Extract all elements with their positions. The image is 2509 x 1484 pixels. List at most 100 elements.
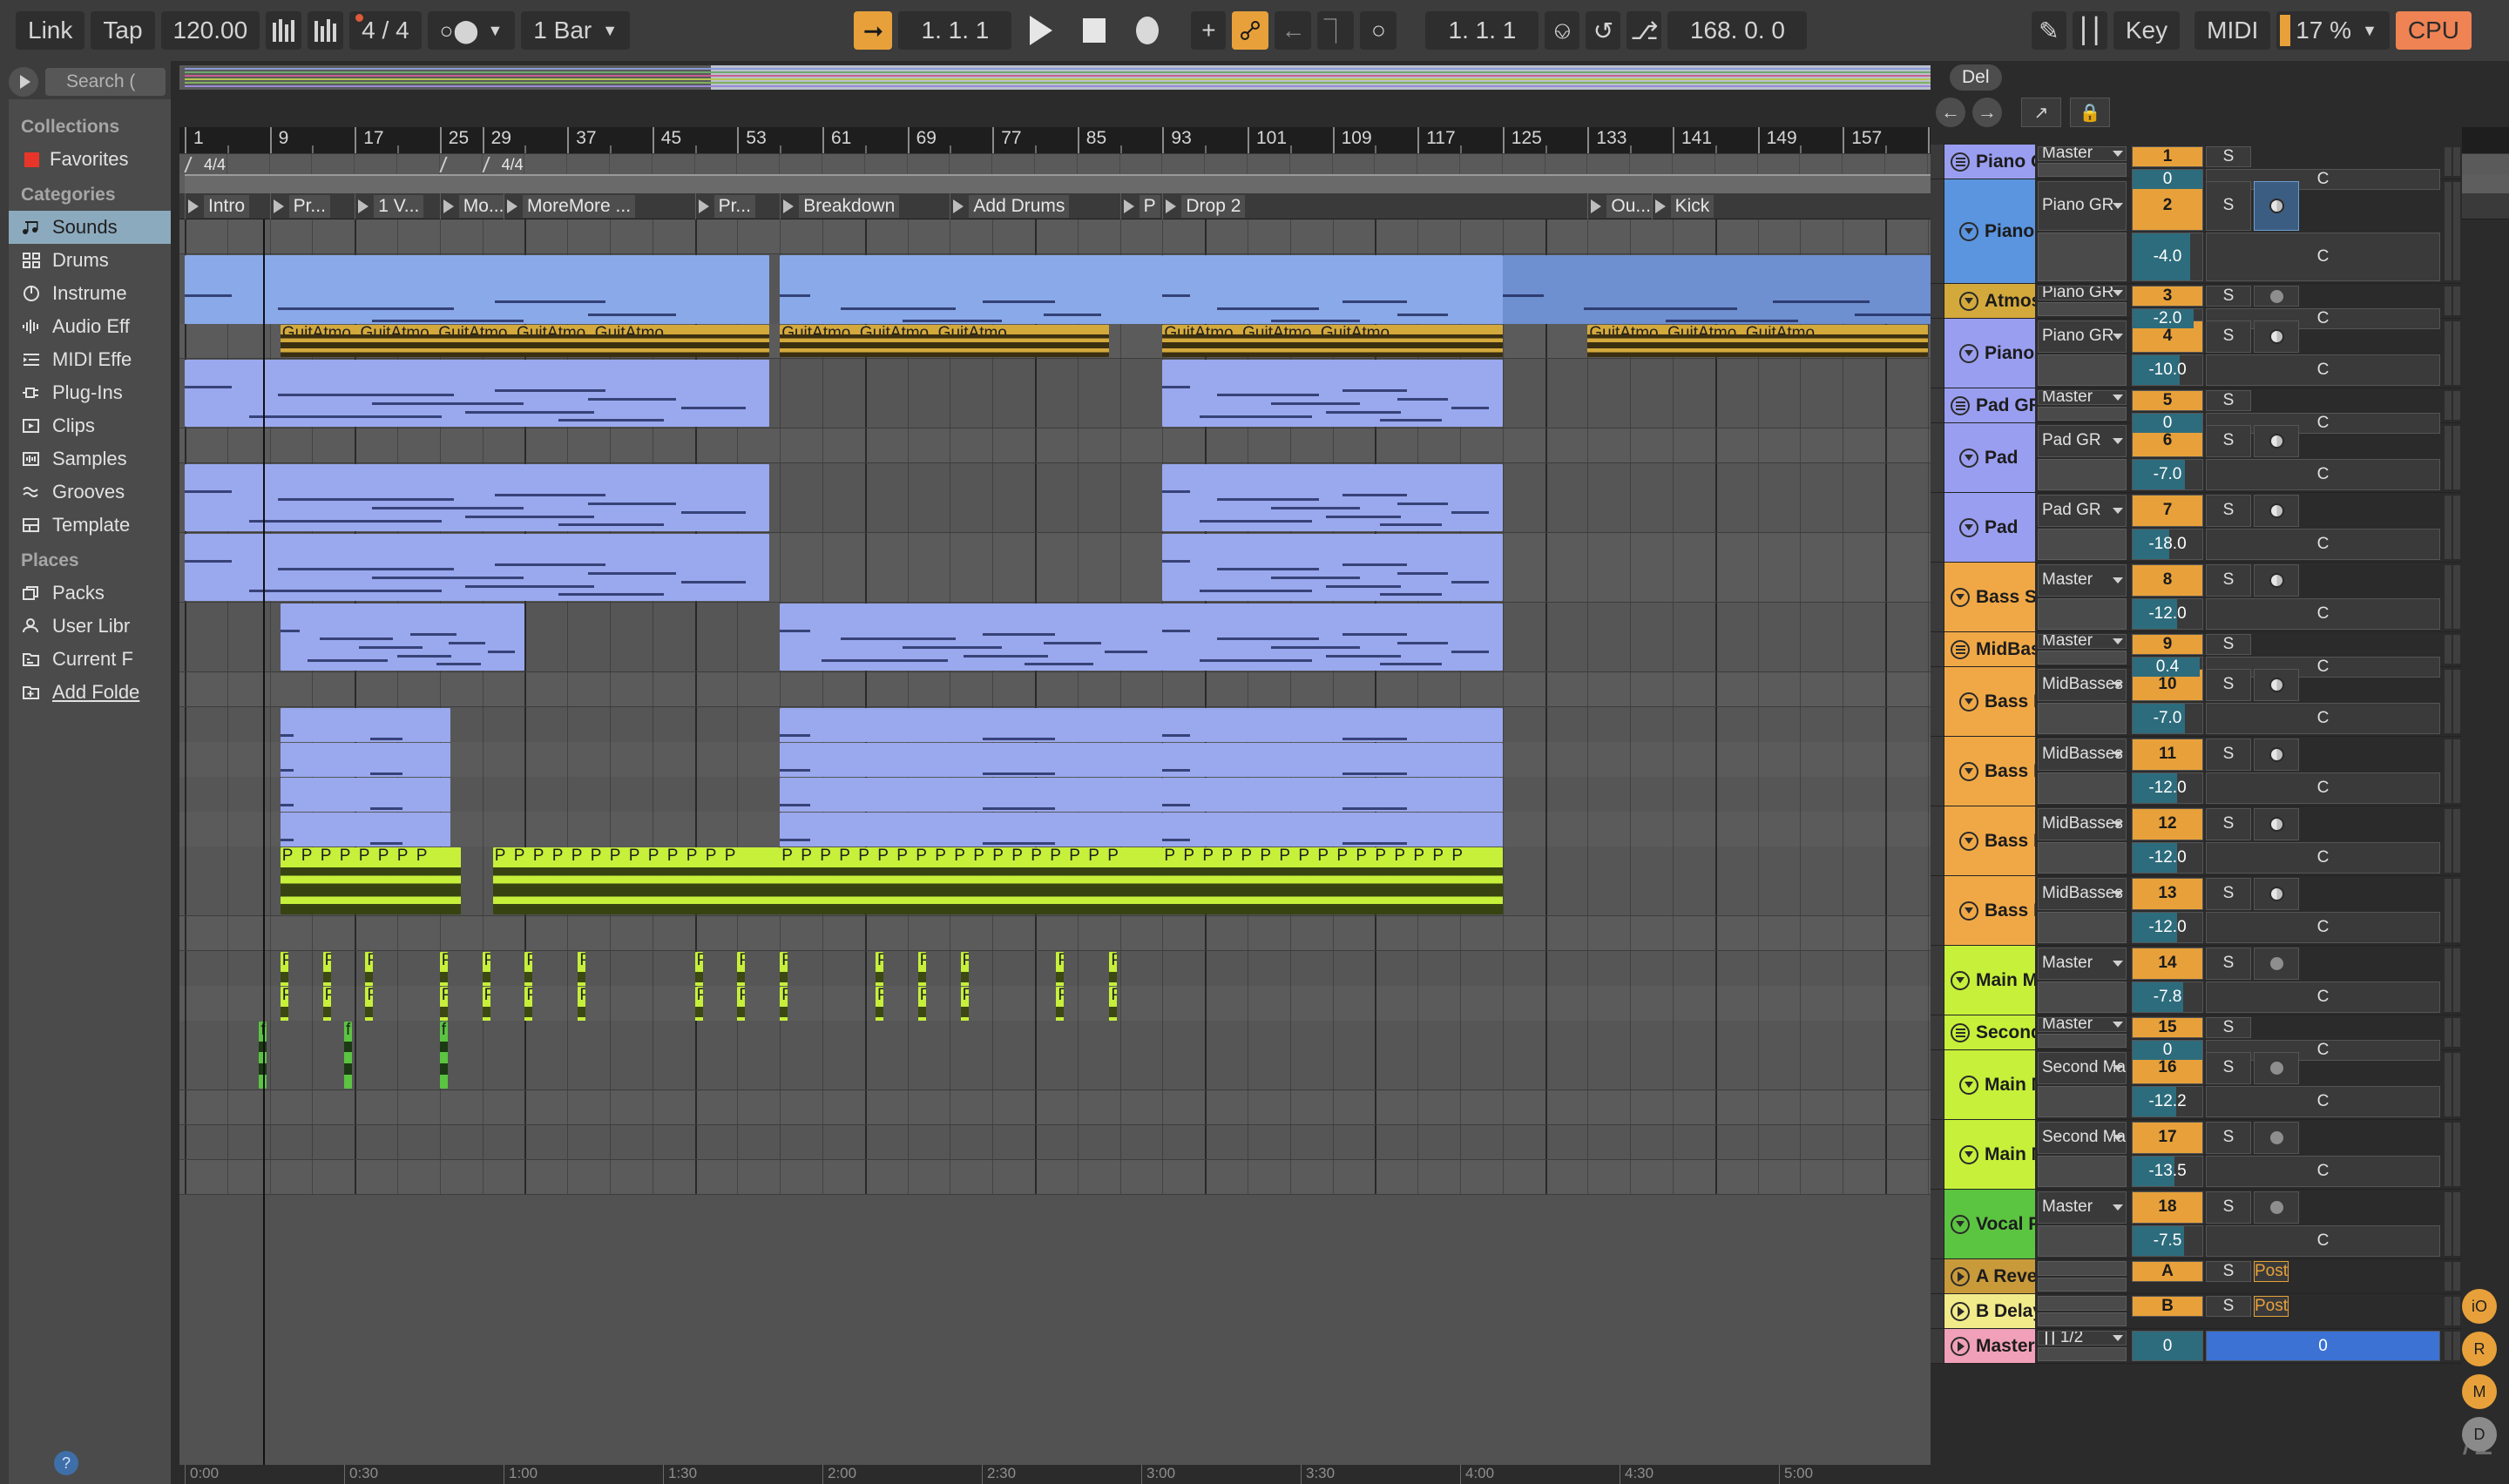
track-name-cell[interactable]: A Reverb	[1944, 1259, 2035, 1293]
solo-button[interactable]: S	[2206, 1191, 2251, 1224]
track-fold-icon[interactable]	[1959, 691, 1978, 712]
mixer-track-row[interactable]: B Delay BSPost	[1931, 1294, 2462, 1329]
edge-button-d[interactable]: D	[2462, 1417, 2497, 1452]
track-number-badge[interactable]: 13	[2132, 878, 2203, 910]
track-name-cell[interactable]: MidBasses Sa	[1944, 632, 2035, 666]
solo-button[interactable]: S	[2206, 495, 2251, 527]
cpu-meter[interactable]: 17 % ▼	[2276, 11, 2390, 50]
monitor-post-button[interactable]: Post	[2254, 1261, 2289, 1282]
time-signature-cell[interactable]	[1120, 154, 1163, 175]
mixer-track-row[interactable]: Piano GRMaster1S0C	[1931, 145, 2462, 190]
track-name-cell[interactable]: Master	[1944, 1329, 2035, 1363]
track-number-badge[interactable]: 14	[2132, 948, 2203, 980]
chevron-down-icon[interactable]	[2113, 890, 2123, 897]
track-name-cell[interactable]: Main Mantra2	[1944, 1050, 2035, 1119]
arrangement-clip[interactable]: GuitAtmo GuitAtmo GuitAtmo	[780, 325, 1110, 357]
track-output-dropdown[interactable]: Master	[2038, 390, 2127, 405]
mixer-track-row[interactable]: Pad Pad GR 7 S -18.0 C	[1931, 493, 2462, 563]
track-number-badge[interactable]: 18	[2132, 1191, 2203, 1224]
time-signature-marker[interactable]: 4/4	[185, 154, 226, 175]
chevron-down-icon[interactable]	[2113, 960, 2123, 967]
mixer-track-row[interactable]: AtmospherePiano GR3S-2.0C	[1931, 284, 2462, 329]
group-fold-icon[interactable]	[1951, 639, 1970, 659]
crossfade-assign-button[interactable]: C	[2206, 772, 2440, 804]
arrangement-clip[interactable]	[1162, 360, 1503, 427]
record-icon[interactable]	[1124, 11, 1171, 50]
time-signature-cell[interactable]	[1758, 154, 1801, 175]
track-output-channel-dropdown[interactable]	[2038, 232, 2127, 281]
time-signature-cell[interactable]	[227, 154, 270, 175]
track-name-cell[interactable]: Bass Sub	[1944, 563, 2035, 631]
track-number-badge[interactable]: 9	[2132, 634, 2203, 655]
time-signature-cell[interactable]	[992, 154, 1035, 175]
track-output-channel-dropdown[interactable]	[2038, 1085, 2127, 1117]
track-output-channel-dropdown[interactable]	[2038, 301, 2127, 316]
chevron-down-icon[interactable]	[2113, 1021, 2123, 1028]
arrangement-track-lane[interactable]: GuitAtmo GuitAtmo GuitAtmo GuitAtmo Guit…	[179, 324, 1934, 359]
track-number-badge[interactable]: B	[2132, 1296, 2203, 1317]
track-output-channel-dropdown[interactable]	[2038, 1277, 2127, 1292]
track-output-channel-dropdown[interactable]	[2038, 406, 2127, 421]
time-signature-cell[interactable]	[908, 154, 950, 175]
mixer-track-row[interactable]: Pad Pad GR 6 S -7.0 C	[1931, 423, 2462, 493]
arrangement-clip[interactable]: GuitAtmo GuitAtmo GuitAtmo	[1587, 325, 1928, 357]
chevron-down-icon[interactable]	[2113, 820, 2123, 827]
track-output-channel-dropdown[interactable]	[2038, 981, 2127, 1013]
mixer-track-row[interactable]: A Reverb ASPost	[1931, 1259, 2462, 1294]
mixer-track-row[interactable]: Piano Piano GR 2 S -4.0 C	[1931, 179, 2462, 284]
arrangement-track-lane[interactable]	[179, 428, 1934, 463]
track-output-channel-dropdown[interactable]	[2038, 1033, 2127, 1048]
metronome-icon[interactable]	[266, 11, 302, 50]
crossfade-assign-button[interactable]: C	[2206, 528, 2440, 560]
arrangement-track-lane[interactable]	[179, 916, 1934, 951]
lock-icon[interactable]: 🔒	[2070, 98, 2110, 127]
arrangement-track-lane[interactable]	[179, 219, 1934, 254]
track-output-dropdown[interactable]: ⎮⎮ 1/2	[2038, 1331, 2127, 1346]
track-fold-icon[interactable]	[1959, 1144, 1978, 1164]
arrangement-clip[interactable]	[185, 534, 769, 601]
volume-slider[interactable]: -12.0	[2132, 772, 2203, 804]
browser-item-grooves[interactable]: Grooves	[9, 476, 171, 509]
track-output-dropdown[interactable]: MidBasses S	[2038, 739, 2127, 771]
track-number-badge[interactable]: 15	[2132, 1017, 2203, 1038]
track-activator-icon[interactable]	[1951, 1301, 1970, 1321]
track-output-dropdown[interactable]: Master	[2038, 564, 2127, 597]
arrangement-clip[interactable]: GuitAtmo GuitAtmo GuitAtmo	[1162, 325, 1503, 357]
track-number-badge[interactable]: 8	[2132, 564, 2203, 597]
time-signature-cell[interactable]	[780, 154, 822, 175]
track-fold-icon[interactable]	[1959, 831, 1978, 851]
time-signature-cell[interactable]	[653, 154, 695, 175]
mixer-track-row[interactable]: Main Mantra2Second Man16S-12.2C	[1931, 1050, 2462, 1120]
solo-button[interactable]: S	[2206, 878, 2251, 910]
follow-icon[interactable]: ○⬤ ▼	[427, 11, 516, 50]
time-signature-cell[interactable]	[822, 154, 865, 175]
crossfade-assign-button[interactable]: C	[2206, 354, 2440, 386]
track-name-cell[interactable]: Atmosphere	[1944, 284, 2035, 318]
track-number-badge[interactable]: 1	[2132, 146, 2203, 167]
solo-button[interactable]: S	[2206, 1122, 2251, 1154]
track-output-dropdown[interactable]: Master	[2038, 948, 2127, 980]
volume-slider[interactable]: -12.0	[2132, 597, 2203, 630]
crossfade-assign-button[interactable]: C	[2206, 597, 2440, 630]
volume-slider[interactable]: 0	[2132, 1040, 2203, 1061]
solo-button[interactable]: S	[2206, 669, 2251, 701]
time-signature-cell[interactable]	[1545, 154, 1588, 175]
time-signature-cell[interactable]	[1333, 154, 1376, 175]
time-signature-cell[interactable]	[695, 154, 738, 175]
time-signature-cell[interactable]	[312, 154, 355, 175]
track-fold-icon[interactable]	[1959, 901, 1978, 921]
chevron-down-icon[interactable]	[2113, 681, 2123, 688]
solo-button[interactable]: S	[2206, 320, 2251, 353]
track-name-cell[interactable]: Piano GR	[1944, 145, 2035, 179]
track-output-channel-dropdown[interactable]	[2038, 650, 2127, 664]
time-signature-field[interactable]: 4 / 4	[349, 11, 422, 50]
arm-record-button[interactable]	[2254, 320, 2299, 353]
time-signature-cell[interactable]	[1673, 154, 1715, 175]
crossfade-assign-button[interactable]: C	[2206, 458, 2440, 490]
crossfade-assign-button[interactable]: C	[2206, 702, 2440, 734]
mixer-track-row[interactable]: Vocal Phone Master 18S -7.5 C	[1931, 1190, 2462, 1259]
solo-button[interactable]: S	[2206, 948, 2251, 980]
key-map-button[interactable]: Key	[2113, 11, 2181, 50]
track-output-dropdown[interactable]	[2038, 1261, 2127, 1276]
mixer-track-row[interactable]: Bass MidMidBasses S10S-7.0C	[1931, 667, 2462, 737]
